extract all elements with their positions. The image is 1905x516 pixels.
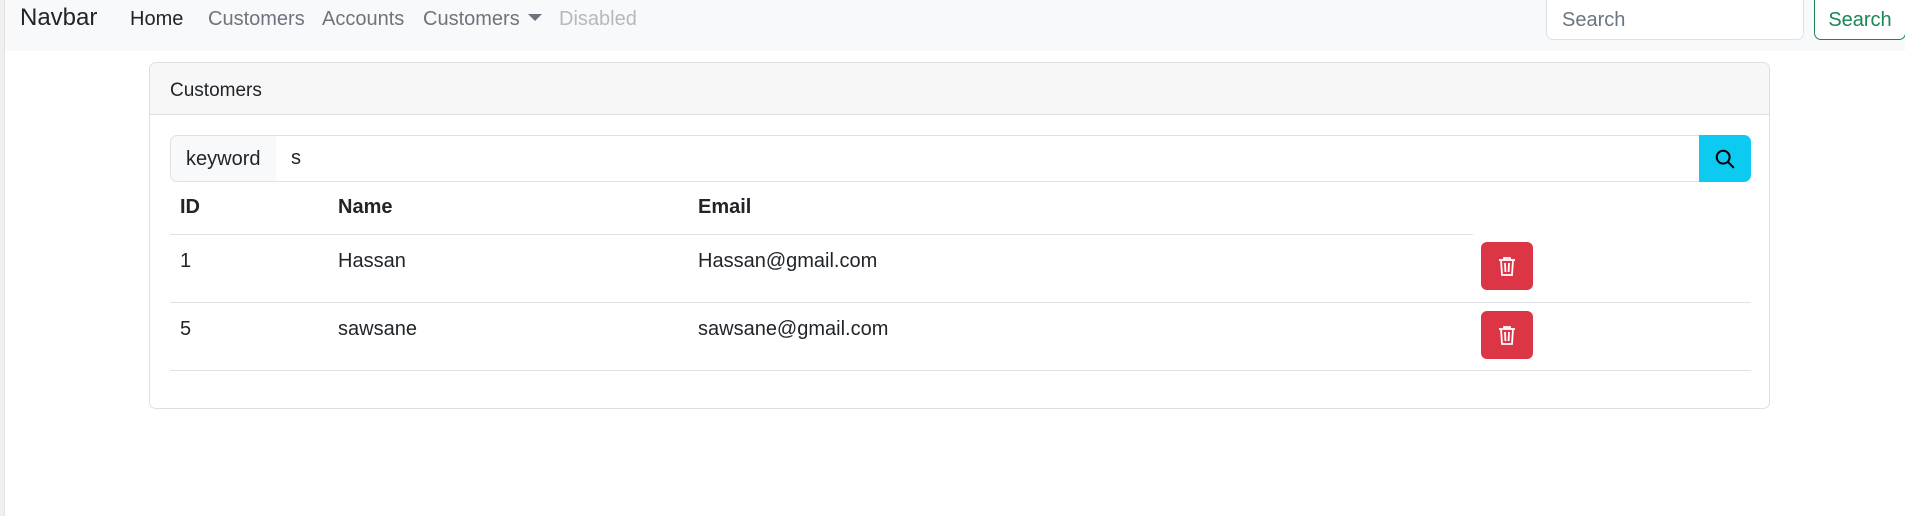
cell-email: sawsane@gmail.com bbox=[688, 302, 1473, 371]
column-header-name: Name bbox=[328, 182, 688, 235]
keyword-input[interactable] bbox=[276, 135, 1700, 182]
table-row: 1 Hassan Hassan@gmail.com bbox=[170, 234, 1751, 303]
nav-home[interactable]: Home bbox=[130, 8, 183, 31]
search-icon bbox=[1715, 149, 1735, 168]
table-row: 5 sawsane sawsane@gmail.com bbox=[170, 302, 1751, 371]
navbar: Navbar Home Customers Accounts Customers… bbox=[5, 0, 1905, 51]
table-header-row: ID Name Email bbox=[170, 182, 1751, 235]
keyword-search-button[interactable] bbox=[1699, 135, 1751, 182]
column-header-email: Email bbox=[688, 182, 1473, 235]
trash-icon bbox=[1499, 257, 1515, 276]
cell-name: Hassan bbox=[328, 234, 688, 303]
nav-customers-dropdown-label: Customers bbox=[423, 8, 520, 30]
delete-button[interactable] bbox=[1481, 242, 1533, 290]
card-header: Customers bbox=[150, 63, 1769, 115]
nav-customers-dropdown[interactable]: Customers bbox=[423, 8, 542, 31]
nav-customers[interactable]: Customers bbox=[208, 8, 305, 31]
navbar-brand[interactable]: Navbar bbox=[20, 4, 97, 32]
cell-actions bbox=[1473, 234, 1751, 303]
cell-email: Hassan@gmail.com bbox=[688, 234, 1473, 303]
keyword-label: keyword bbox=[170, 135, 277, 182]
cell-id: 5 bbox=[170, 302, 328, 371]
nav-accounts[interactable]: Accounts bbox=[322, 8, 404, 31]
delete-button[interactable] bbox=[1481, 310, 1533, 359]
nav-disabled: Disabled bbox=[559, 8, 637, 30]
navbar-search-button[interactable]: Search bbox=[1814, 0, 1905, 40]
chevron-down-icon bbox=[527, 14, 542, 21]
trash-icon bbox=[1499, 325, 1515, 345]
cell-name: sawsane bbox=[328, 302, 688, 371]
column-header-id: ID bbox=[170, 182, 328, 235]
customers-card: Customers keyword ID Name Email 1 Hassan… bbox=[149, 62, 1770, 409]
customers-table: ID Name Email 1 Hassan Hassan@gmail.com bbox=[170, 182, 1751, 371]
column-header-actions bbox=[1473, 182, 1751, 234]
window-edge bbox=[0, 0, 5, 516]
navbar-search-input[interactable] bbox=[1546, 0, 1804, 40]
cell-id: 1 bbox=[170, 234, 328, 303]
cell-actions bbox=[1473, 302, 1751, 371]
keyword-search-group: keyword bbox=[170, 135, 1751, 182]
